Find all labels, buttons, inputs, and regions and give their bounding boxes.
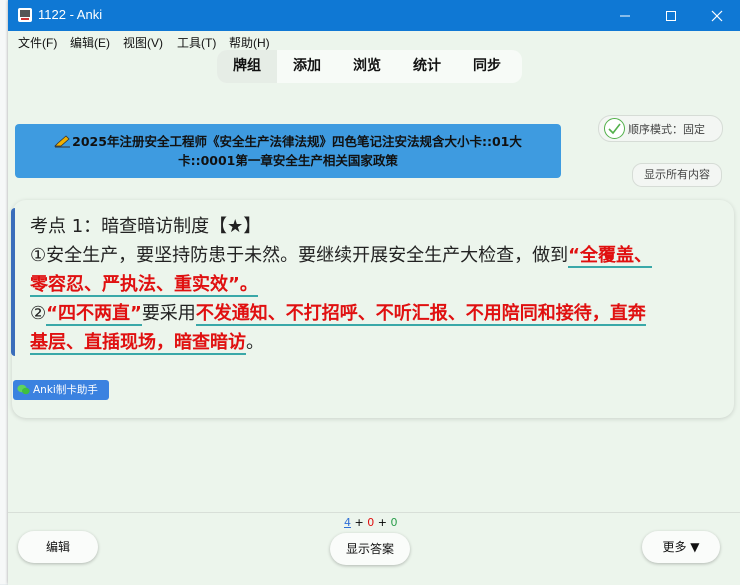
window-title: 1122 - Anki (38, 7, 103, 22)
card-content: 考点 1：暗查暗访制度【★】 ①安全生产，要坚持防患于未然。要继续开展安全生产大… (30, 212, 730, 357)
show-all-button[interactable]: 显示所有内容 (632, 163, 722, 187)
title-bar: 1122 - Anki (8, 0, 740, 31)
count-learn: 0 (367, 516, 375, 529)
tab-stats[interactable]: 统计 (397, 50, 457, 83)
edit-button[interactable]: 编辑 (18, 531, 98, 563)
more-button[interactable]: 更多 ▼ (642, 531, 720, 563)
menu-bar: 文件(F) 编辑(E) 视图(V) 工具(T) 帮助(H) (8, 31, 740, 51)
menu-help[interactable]: 帮助(H) (229, 34, 270, 51)
card-highlight: “全覆盖、 (568, 245, 652, 268)
deck-name-line1: 2025年注册安全工程师《安全生产法律法规》四色笔记注安法规含大小卡::01大 (72, 134, 522, 149)
tab-add[interactable]: 添加 (277, 50, 337, 83)
card-text-plain: 。 (246, 332, 264, 353)
check-icon (604, 118, 625, 139)
wechat-icon (17, 384, 30, 395)
maximize-button[interactable] (648, 0, 694, 31)
count-review: 0 (390, 516, 398, 529)
tab-decks[interactable]: 牌组 (217, 50, 277, 83)
menu-view[interactable]: 视图(V) (123, 34, 163, 51)
pencil-icon (54, 135, 71, 148)
count-new: 4 (344, 516, 351, 529)
card-highlight: 零容忍、严执法、重实效”。 (30, 274, 258, 297)
anki-app-icon (18, 8, 32, 22)
card-accent-bar (11, 208, 15, 356)
card-paragraph-2: ②“四不两直”要采用不发通知、不打招呼、不听汇报、不用陪同和接待，直奔 基层、直… (30, 299, 730, 357)
card-highlight: 不发通知、不打招呼、不听汇报、不用陪同和接待，直奔 (195, 303, 646, 326)
order-mode-button[interactable]: 顺序模式：固定 (598, 115, 723, 142)
order-mode-label: 顺序模式：固定 (628, 123, 705, 136)
card-highlight: 基层、直插现场，暗查暗访 (30, 332, 246, 355)
deck-name-line2: 卡::0001第一章安全生产相关国家政策 (178, 153, 398, 168)
minimize-icon (620, 15, 630, 16)
card-text-plain: ② (30, 303, 47, 324)
card-paragraph-1: ①安全生产，要坚持防患于未然。要继续开展安全生产大检查，做到“全覆盖、 零容忍、… (30, 241, 730, 299)
deck-name-banner: 2025年注册安全工程师《安全生产法律法规》四色笔记注安法规含大小卡::01大 … (15, 124, 561, 178)
card-text-plain: ①安全生产，要坚持防患于未然。要继续开展安全生产大检查，做到 (30, 245, 569, 266)
close-icon (711, 10, 723, 21)
anki-helper-tag[interactable]: Anki制卡助手 (13, 380, 109, 400)
close-button[interactable] (694, 0, 740, 31)
bottom-bar: 4 + 0 + 0 编辑 显示答案 更多 ▼ (8, 512, 740, 585)
count-separator: + (354, 516, 364, 529)
tab-sync[interactable]: 同步 (457, 50, 517, 83)
count-separator: + (377, 516, 387, 529)
maximize-icon (666, 10, 676, 21)
main-toolbar: 牌组 添加 浏览 统计 同步 (217, 50, 522, 83)
tab-browse[interactable]: 浏览 (337, 50, 397, 83)
background-window-strip (0, 0, 8, 584)
card-text-plain: 要采用 (141, 303, 196, 324)
menu-edit[interactable]: 编辑(E) (70, 34, 110, 51)
review-counts: 4 + 0 + 0 (344, 516, 397, 529)
menu-tools[interactable]: 工具(T) (177, 34, 216, 51)
show-answer-button[interactable]: 显示答案 (330, 533, 410, 565)
anki-window: 1122 - Anki 文件(F) 编辑(E) 视图(V) 工具(T) 帮助(H… (8, 0, 740, 585)
anki-helper-label: Anki制卡助手 (33, 384, 98, 396)
card-highlight: “四不两直” (46, 303, 142, 326)
minimize-button[interactable] (602, 0, 648, 31)
menu-file[interactable]: 文件(F) (18, 34, 57, 51)
card-title: 考点 1：暗查暗访制度【★】 (30, 216, 262, 237)
